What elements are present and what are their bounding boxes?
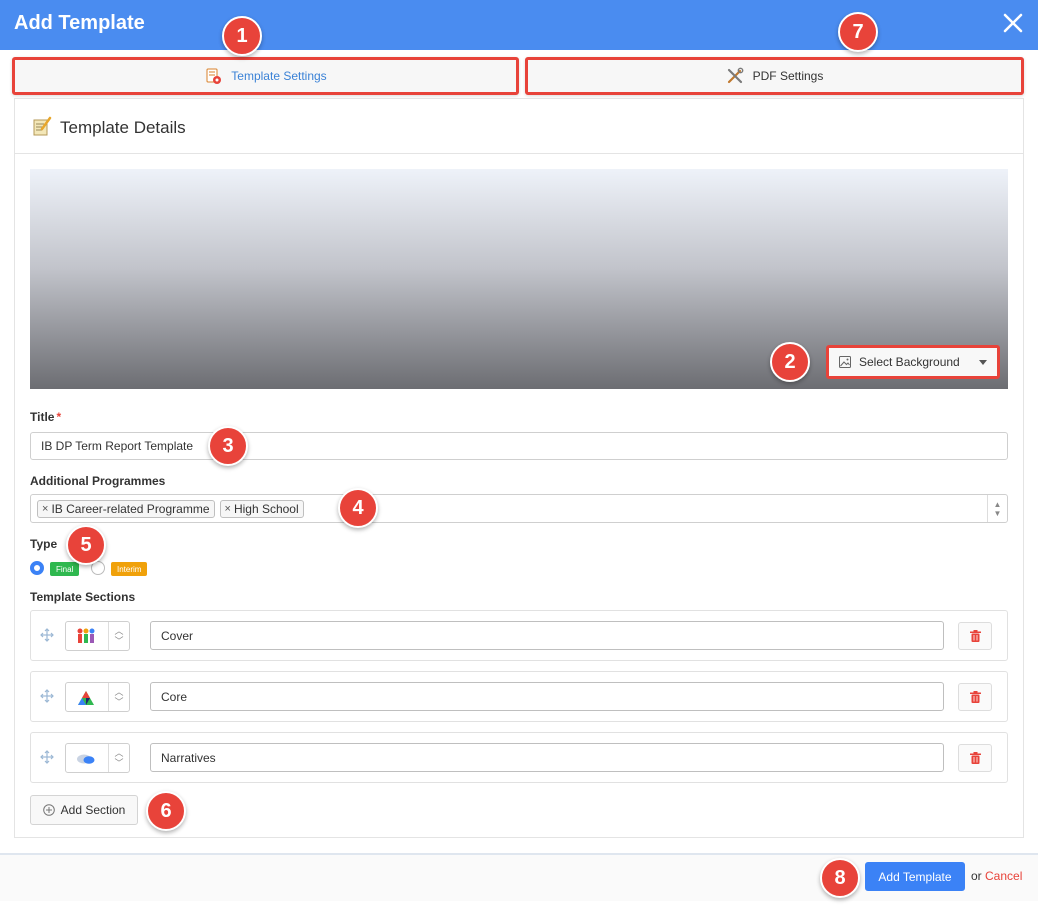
or-text: or	[971, 869, 982, 883]
drag-handle-icon[interactable]	[40, 628, 54, 642]
select-background-button[interactable]: Select Background	[826, 345, 1000, 379]
close-icon[interactable]	[1002, 12, 1024, 34]
section-name-value: Narratives	[161, 750, 216, 765]
memo-icon	[33, 116, 52, 136]
title-label-text: Title	[30, 410, 55, 424]
cancel-link[interactable]: Cancel	[985, 869, 1022, 883]
image-icon	[839, 356, 851, 368]
template-settings-icon	[206, 68, 222, 84]
sections-label: Template Sections	[30, 590, 136, 604]
delete-section-button[interactable]	[958, 744, 992, 772]
type-radio-final[interactable]	[30, 561, 44, 575]
chevron-down-icon: ﹀	[114, 758, 124, 768]
tab-template-settings-label: Template Settings	[231, 69, 327, 83]
add-section-button[interactable]: Add Section	[30, 795, 138, 825]
section-icon-picker[interactable]: ︿ ﹀	[65, 743, 130, 773]
programmes-multiselect[interactable]: × IB Career-related Programme × High Sch…	[30, 494, 1008, 523]
title-label: Title *	[30, 410, 61, 424]
chevron-up-icon: ▲	[993, 499, 1002, 509]
chevron-up-icon: ︿	[114, 687, 124, 697]
callout-marker: 5	[66, 525, 106, 565]
people-icon	[77, 628, 95, 643]
add-template-modal: Add Template Template Settings PDF Setti…	[0, 0, 1038, 909]
chip-remove-icon[interactable]: ×	[42, 503, 48, 515]
panel-header: Template Details	[15, 99, 1023, 154]
section-name-input[interactable]: Core	[150, 682, 944, 711]
section-icon-picker[interactable]: ︿ ﹀	[65, 621, 130, 651]
select-background-label: Select Background	[859, 355, 960, 369]
type-badge-interim: Interim	[111, 562, 148, 576]
chevron-down-icon: ﹀	[114, 636, 124, 646]
callout-marker: 8	[820, 858, 860, 898]
callout-marker: 3	[208, 426, 248, 466]
section-icon-picker[interactable]: ︿ ﹀	[65, 682, 130, 712]
section-name-value: Core	[161, 689, 188, 704]
icon-picker-arrows[interactable]: ︿ ﹀	[108, 683, 129, 711]
section-name-input[interactable]: Cover	[150, 621, 944, 650]
title-input-value: IB DP Term Report Template	[41, 439, 194, 453]
callout-marker: 7	[838, 12, 878, 52]
section-row: ︿ ﹀ Cover	[30, 610, 1008, 661]
programme-chip: × High School	[219, 499, 304, 518]
type-label: Type	[30, 537, 58, 551]
delete-section-button[interactable]	[958, 683, 992, 711]
section-name-input[interactable]: Narratives	[150, 743, 944, 772]
programme-chip-label: IB Career-related Programme	[51, 501, 210, 516]
section-row: ︿ ﹀ Narratives	[30, 732, 1008, 783]
triangle-icon	[78, 691, 94, 705]
tools-icon	[727, 67, 744, 84]
delete-section-button[interactable]	[958, 622, 992, 650]
section-row: ︿ ﹀ Core	[30, 671, 1008, 722]
trash-icon	[969, 691, 981, 703]
panel-title: Template Details	[60, 118, 186, 137]
modal-title: Add Template	[14, 12, 145, 34]
chevron-up-icon: ︿	[114, 626, 124, 636]
programme-chip-label: High School	[233, 501, 299, 516]
type-badge-final: Final	[50, 562, 80, 576]
multiselect-spinner[interactable]: ▲ ▼	[987, 495, 1007, 522]
callout-marker: 6	[146, 791, 186, 831]
required-mark: *	[56, 410, 62, 424]
add-template-button[interactable]: Add Template	[865, 862, 965, 891]
tab-pdf-settings-label: PDF Settings	[752, 69, 824, 83]
icon-picker-arrows[interactable]: ︿ ﹀	[108, 622, 129, 650]
speech-bubbles-icon	[77, 754, 95, 764]
chevron-down-icon: ▼	[993, 508, 1002, 518]
add-section-label: Add Section	[60, 803, 126, 817]
plus-circle-icon	[42, 804, 55, 816]
programmes-label: Additional Programmes	[30, 474, 166, 488]
section-name-value: Cover	[161, 628, 194, 643]
modal-header: Add Template	[0, 0, 1038, 50]
trash-icon	[969, 752, 981, 764]
drag-handle-icon[interactable]	[40, 689, 54, 703]
chevron-down-icon: ﹀	[114, 697, 124, 707]
callout-marker: 4	[338, 488, 378, 528]
icon-picker-arrows[interactable]: ︿ ﹀	[108, 744, 129, 772]
callout-marker: 2	[770, 342, 810, 382]
chevron-up-icon: ︿	[114, 748, 124, 758]
chevron-down-icon	[979, 360, 987, 365]
title-input[interactable]: IB DP Term Report Template	[30, 432, 1008, 460]
tab-template-settings[interactable]: Template Settings	[12, 57, 519, 95]
trash-icon	[969, 630, 981, 642]
tab-pdf-settings[interactable]: PDF Settings	[525, 57, 1024, 95]
programme-chip: × IB Career-related Programme	[37, 499, 215, 518]
chip-remove-icon[interactable]: ×	[225, 503, 231, 515]
drag-handle-icon[interactable]	[40, 750, 54, 764]
callout-marker: 1	[222, 16, 262, 56]
